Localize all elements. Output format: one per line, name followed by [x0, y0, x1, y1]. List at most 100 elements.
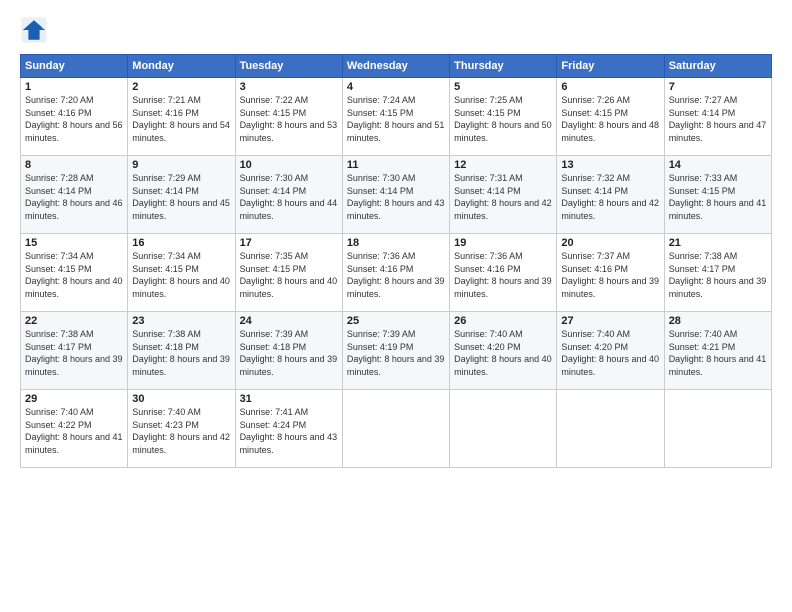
day-cell: 26 Sunrise: 7:40 AM Sunset: 4:20 PM Dayl…	[450, 312, 557, 390]
day-number: 13	[561, 159, 659, 171]
day-cell: 9 Sunrise: 7:29 AM Sunset: 4:14 PM Dayli…	[128, 156, 235, 234]
day-cell: 14 Sunrise: 7:33 AM Sunset: 4:15 PM Dayl…	[664, 156, 771, 234]
day-info: Sunrise: 7:36 AM Sunset: 4:16 PM Dayligh…	[347, 250, 445, 300]
day-number: 11	[347, 159, 445, 171]
day-cell: 25 Sunrise: 7:39 AM Sunset: 4:19 PM Dayl…	[342, 312, 449, 390]
day-info: Sunrise: 7:40 AM Sunset: 4:21 PM Dayligh…	[669, 328, 767, 378]
day-cell: 30 Sunrise: 7:40 AM Sunset: 4:23 PM Dayl…	[128, 390, 235, 468]
day-info: Sunrise: 7:38 AM Sunset: 4:17 PM Dayligh…	[669, 250, 767, 300]
day-number: 9	[132, 159, 230, 171]
day-info: Sunrise: 7:35 AM Sunset: 4:15 PM Dayligh…	[240, 250, 338, 300]
day-cell	[342, 390, 449, 468]
day-info: Sunrise: 7:36 AM Sunset: 4:16 PM Dayligh…	[454, 250, 552, 300]
page: SundayMondayTuesdayWednesdayThursdayFrid…	[0, 0, 792, 612]
header-row: SundayMondayTuesdayWednesdayThursdayFrid…	[21, 55, 772, 78]
day-cell: 20 Sunrise: 7:37 AM Sunset: 4:16 PM Dayl…	[557, 234, 664, 312]
day-cell: 8 Sunrise: 7:28 AM Sunset: 4:14 PM Dayli…	[21, 156, 128, 234]
day-info: Sunrise: 7:33 AM Sunset: 4:15 PM Dayligh…	[669, 172, 767, 222]
day-info: Sunrise: 7:28 AM Sunset: 4:14 PM Dayligh…	[25, 172, 123, 222]
week-row-5: 29 Sunrise: 7:40 AM Sunset: 4:22 PM Dayl…	[21, 390, 772, 468]
day-cell: 4 Sunrise: 7:24 AM Sunset: 4:15 PM Dayli…	[342, 78, 449, 156]
col-header-wednesday: Wednesday	[342, 55, 449, 78]
day-number: 24	[240, 315, 338, 327]
day-number: 12	[454, 159, 552, 171]
day-cell: 6 Sunrise: 7:26 AM Sunset: 4:15 PM Dayli…	[557, 78, 664, 156]
day-number: 26	[454, 315, 552, 327]
col-header-thursday: Thursday	[450, 55, 557, 78]
day-info: Sunrise: 7:22 AM Sunset: 4:15 PM Dayligh…	[240, 94, 338, 144]
day-cell: 12 Sunrise: 7:31 AM Sunset: 4:14 PM Dayl…	[450, 156, 557, 234]
day-cell: 10 Sunrise: 7:30 AM Sunset: 4:14 PM Dayl…	[235, 156, 342, 234]
day-number: 5	[454, 81, 552, 93]
day-cell: 7 Sunrise: 7:27 AM Sunset: 4:14 PM Dayli…	[664, 78, 771, 156]
day-cell: 31 Sunrise: 7:41 AM Sunset: 4:24 PM Dayl…	[235, 390, 342, 468]
day-number: 10	[240, 159, 338, 171]
day-cell: 18 Sunrise: 7:36 AM Sunset: 4:16 PM Dayl…	[342, 234, 449, 312]
day-info: Sunrise: 7:21 AM Sunset: 4:16 PM Dayligh…	[132, 94, 230, 144]
day-number: 20	[561, 237, 659, 249]
day-cell: 1 Sunrise: 7:20 AM Sunset: 4:16 PM Dayli…	[21, 78, 128, 156]
day-cell	[557, 390, 664, 468]
day-info: Sunrise: 7:24 AM Sunset: 4:15 PM Dayligh…	[347, 94, 445, 144]
day-cell: 21 Sunrise: 7:38 AM Sunset: 4:17 PM Dayl…	[664, 234, 771, 312]
col-header-saturday: Saturday	[664, 55, 771, 78]
day-number: 19	[454, 237, 552, 249]
day-info: Sunrise: 7:40 AM Sunset: 4:23 PM Dayligh…	[132, 406, 230, 456]
day-number: 15	[25, 237, 123, 249]
col-header-monday: Monday	[128, 55, 235, 78]
day-cell: 24 Sunrise: 7:39 AM Sunset: 4:18 PM Dayl…	[235, 312, 342, 390]
day-info: Sunrise: 7:40 AM Sunset: 4:20 PM Dayligh…	[561, 328, 659, 378]
day-number: 16	[132, 237, 230, 249]
day-number: 7	[669, 81, 767, 93]
day-info: Sunrise: 7:32 AM Sunset: 4:14 PM Dayligh…	[561, 172, 659, 222]
day-info: Sunrise: 7:30 AM Sunset: 4:14 PM Dayligh…	[240, 172, 338, 222]
day-info: Sunrise: 7:40 AM Sunset: 4:22 PM Dayligh…	[25, 406, 123, 456]
day-number: 29	[25, 393, 123, 405]
day-number: 6	[561, 81, 659, 93]
week-row-4: 22 Sunrise: 7:38 AM Sunset: 4:17 PM Dayl…	[21, 312, 772, 390]
day-cell: 17 Sunrise: 7:35 AM Sunset: 4:15 PM Dayl…	[235, 234, 342, 312]
day-cell: 16 Sunrise: 7:34 AM Sunset: 4:15 PM Dayl…	[128, 234, 235, 312]
day-cell: 22 Sunrise: 7:38 AM Sunset: 4:17 PM Dayl…	[21, 312, 128, 390]
day-info: Sunrise: 7:38 AM Sunset: 4:17 PM Dayligh…	[25, 328, 123, 378]
day-number: 30	[132, 393, 230, 405]
day-info: Sunrise: 7:25 AM Sunset: 4:15 PM Dayligh…	[454, 94, 552, 144]
day-info: Sunrise: 7:27 AM Sunset: 4:14 PM Dayligh…	[669, 94, 767, 144]
day-info: Sunrise: 7:34 AM Sunset: 4:15 PM Dayligh…	[25, 250, 123, 300]
day-number: 8	[25, 159, 123, 171]
day-number: 3	[240, 81, 338, 93]
day-info: Sunrise: 7:31 AM Sunset: 4:14 PM Dayligh…	[454, 172, 552, 222]
day-info: Sunrise: 7:34 AM Sunset: 4:15 PM Dayligh…	[132, 250, 230, 300]
day-info: Sunrise: 7:20 AM Sunset: 4:16 PM Dayligh…	[25, 94, 123, 144]
logo	[20, 16, 52, 44]
day-number: 2	[132, 81, 230, 93]
day-info: Sunrise: 7:40 AM Sunset: 4:20 PM Dayligh…	[454, 328, 552, 378]
day-number: 28	[669, 315, 767, 327]
col-header-sunday: Sunday	[21, 55, 128, 78]
col-header-tuesday: Tuesday	[235, 55, 342, 78]
day-info: Sunrise: 7:38 AM Sunset: 4:18 PM Dayligh…	[132, 328, 230, 378]
day-number: 1	[25, 81, 123, 93]
week-row-2: 8 Sunrise: 7:28 AM Sunset: 4:14 PM Dayli…	[21, 156, 772, 234]
day-cell: 23 Sunrise: 7:38 AM Sunset: 4:18 PM Dayl…	[128, 312, 235, 390]
day-number: 31	[240, 393, 338, 405]
day-info: Sunrise: 7:41 AM Sunset: 4:24 PM Dayligh…	[240, 406, 338, 456]
day-number: 27	[561, 315, 659, 327]
day-cell: 27 Sunrise: 7:40 AM Sunset: 4:20 PM Dayl…	[557, 312, 664, 390]
day-cell: 11 Sunrise: 7:30 AM Sunset: 4:14 PM Dayl…	[342, 156, 449, 234]
day-info: Sunrise: 7:30 AM Sunset: 4:14 PM Dayligh…	[347, 172, 445, 222]
week-row-1: 1 Sunrise: 7:20 AM Sunset: 4:16 PM Dayli…	[21, 78, 772, 156]
day-cell: 13 Sunrise: 7:32 AM Sunset: 4:14 PM Dayl…	[557, 156, 664, 234]
day-cell	[664, 390, 771, 468]
day-number: 22	[25, 315, 123, 327]
day-info: Sunrise: 7:39 AM Sunset: 4:18 PM Dayligh…	[240, 328, 338, 378]
day-cell: 15 Sunrise: 7:34 AM Sunset: 4:15 PM Dayl…	[21, 234, 128, 312]
logo-icon	[20, 16, 48, 44]
day-info: Sunrise: 7:37 AM Sunset: 4:16 PM Dayligh…	[561, 250, 659, 300]
day-info: Sunrise: 7:26 AM Sunset: 4:15 PM Dayligh…	[561, 94, 659, 144]
week-row-3: 15 Sunrise: 7:34 AM Sunset: 4:15 PM Dayl…	[21, 234, 772, 312]
day-number: 21	[669, 237, 767, 249]
calendar-table: SundayMondayTuesdayWednesdayThursdayFrid…	[20, 54, 772, 468]
header	[20, 16, 772, 44]
day-number: 14	[669, 159, 767, 171]
